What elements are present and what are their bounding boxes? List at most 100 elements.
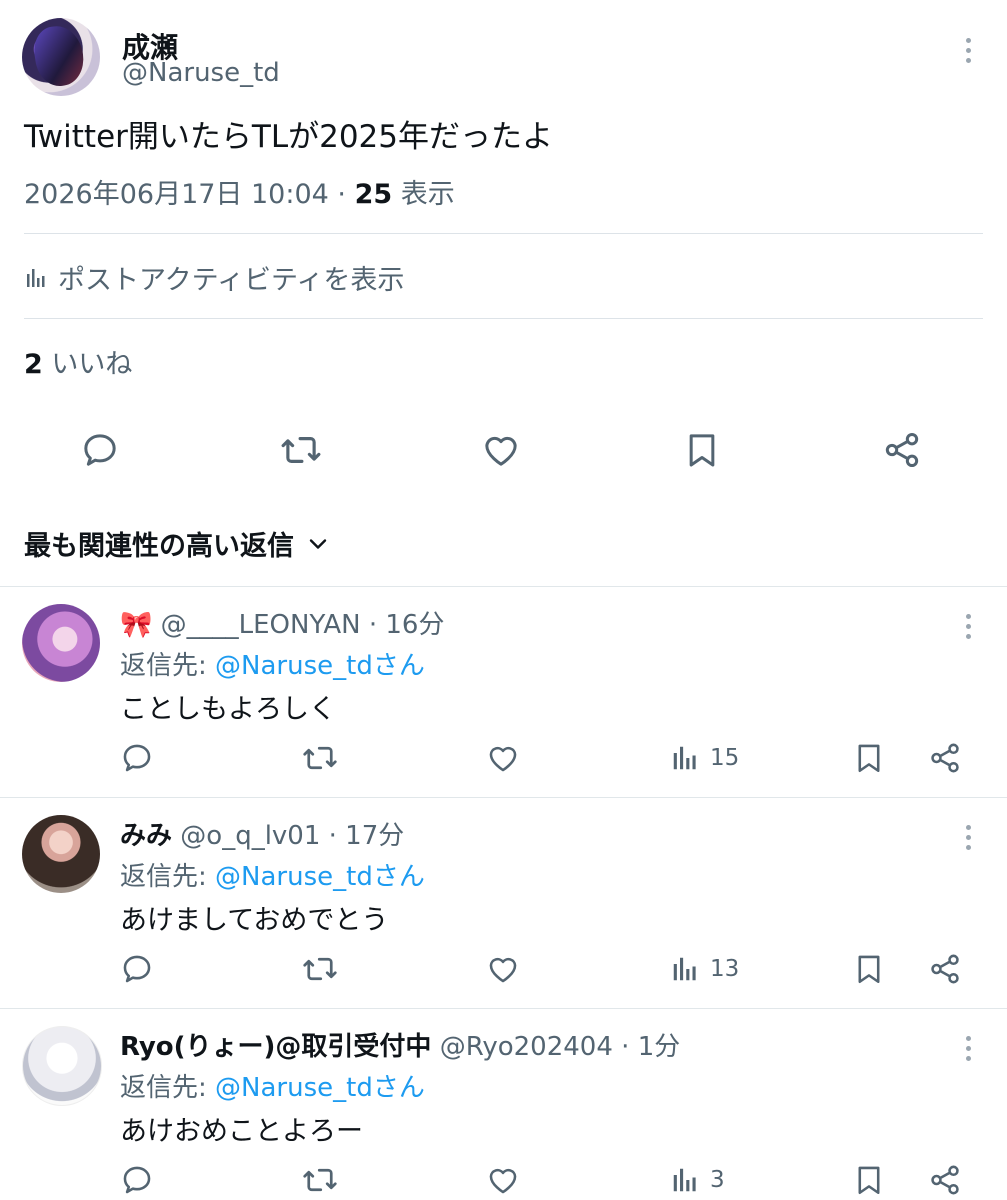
like-heart-icon (485, 436, 517, 466)
repost-icon (281, 437, 321, 463)
like-heart-icon (489, 1168, 517, 1194)
author-avatar[interactable] (22, 18, 100, 96)
views-button[interactable]: 13 (670, 949, 739, 989)
reply-text: あけましておめでとう (120, 905, 389, 936)
repost-button[interactable] (276, 422, 326, 478)
bookmark-icon (689, 434, 715, 467)
bookmark-icon (858, 1166, 880, 1195)
reply-time[interactable]: · 16分 (361, 610, 445, 640)
views-bar-chart-icon (673, 746, 696, 770)
bookmark-button[interactable] (677, 422, 727, 478)
reply-icon (84, 434, 116, 466)
reply-action-bar: 3 (0, 1160, 1007, 1200)
like-button[interactable] (476, 422, 526, 478)
reply-text: あけおめことよろー (120, 1116, 363, 1147)
share-icon (931, 954, 959, 984)
views-bar-chart-icon (27, 268, 45, 287)
views-button[interactable]: 3 (670, 1160, 725, 1200)
post-timestamp[interactable]: 2026年06月17日 10:04 · (24, 179, 355, 210)
reply-icon (123, 744, 151, 772)
reply-to-handle[interactable]: @Naruse_tdさん (215, 1073, 425, 1103)
divider (24, 233, 983, 234)
reply-handle[interactable]: @Ryo202404 (440, 1032, 613, 1062)
views-count: 13 (710, 956, 740, 982)
bookmark-icon (858, 955, 880, 984)
reply-icon (123, 955, 151, 983)
reply-handle[interactable]: @o_q_lv01 (180, 821, 320, 851)
reply-action-bar: 15 (0, 738, 1007, 778)
post-activity-link[interactable]: ポストアクティビティを表示 (24, 258, 404, 297)
repost-icon (303, 746, 337, 770)
more-options-icon[interactable] (964, 614, 972, 644)
reply-to-prefix: 返信先: (120, 1073, 216, 1103)
like-heart-icon (489, 746, 517, 772)
like-button[interactable] (486, 1160, 520, 1200)
share-icon (931, 1165, 959, 1195)
reply-header: Ryo(りょー)@取引受付中 @Ryo202404 · 1分 (120, 1026, 680, 1063)
reply-time[interactable]: · 1分 (613, 1032, 680, 1062)
share-button[interactable] (928, 949, 962, 989)
reply-avatar[interactable] (22, 815, 100, 893)
bookmark-button[interactable] (852, 738, 886, 778)
reply-emoji: 🎀 (120, 610, 153, 640)
repost-icon (303, 957, 337, 981)
reply-sort-selector[interactable]: 最も関連性の高い返信 (24, 524, 330, 563)
reply-button[interactable] (120, 949, 154, 989)
reply-to-handle[interactable]: @Naruse_tdさん (215, 651, 425, 681)
reply-handle[interactable]: @____LEONYAN (161, 610, 361, 640)
reply-action-bar: 13 (0, 949, 1007, 989)
reply-to-line: 返信先: @Naruse_tdさん (120, 645, 425, 682)
share-button[interactable] (877, 422, 927, 478)
post-action-bar (0, 422, 1007, 478)
reply-text: ことしもよろしく (120, 694, 336, 725)
share-button[interactable] (928, 1160, 962, 1200)
like-button[interactable] (486, 738, 520, 778)
reply-item[interactable]: Ryo(りょー)@取引受付中 @Ryo202404 · 1分 返信先: @Nar… (0, 1008, 1007, 1200)
author-handle[interactable]: @Naruse_td (122, 58, 280, 88)
reply-to-prefix: 返信先: (120, 651, 216, 681)
reply-to-line: 返信先: @Naruse_tdさん (120, 856, 425, 893)
bookmark-button[interactable] (852, 1160, 886, 1200)
reply-display-name[interactable]: Ryo(りょー)@取引受付中 (120, 1032, 431, 1062)
likes-count: 2 (24, 349, 43, 380)
reply-avatar[interactable] (22, 1026, 102, 1106)
post-meta: 2026年06月17日 10:04 · 25 表示 (24, 172, 455, 211)
repost-button[interactable] (302, 949, 338, 989)
repost-button[interactable] (302, 1160, 338, 1200)
likes-label: いいね (42, 349, 133, 380)
post-activity-label: ポストアクティビティを表示 (58, 265, 405, 296)
views-count: 15 (710, 745, 740, 771)
chevron-down-icon (309, 538, 327, 549)
reply-item[interactable]: みみ @o_q_lv01 · 17分 返信先: @Naruse_tdさん あけま… (0, 797, 1007, 1007)
more-options-icon[interactable] (964, 825, 972, 855)
reply-display-name[interactable]: みみ (120, 821, 172, 851)
more-options-icon[interactable] (964, 1036, 972, 1066)
likes-summary[interactable]: 2 いいね (24, 342, 132, 381)
views-bar-chart-icon (673, 1168, 696, 1192)
reply-button[interactable] (120, 1160, 154, 1200)
share-icon (885, 433, 919, 467)
repost-button[interactable] (302, 738, 338, 778)
reply-avatar[interactable] (22, 604, 100, 682)
reply-button[interactable] (75, 422, 125, 478)
reply-item[interactable]: 🎀 @____LEONYAN · 16分 返信先: @Naruse_tdさん こ… (0, 586, 1007, 796)
post-text: Twitter開いたらTLが2025年だったよ (24, 119, 553, 155)
repost-icon (303, 1168, 337, 1192)
reply-sort-label: 最も関連性の高い返信 (24, 531, 294, 562)
reply-to-handle[interactable]: @Naruse_tdさん (215, 862, 425, 892)
views-label: 表示 (392, 179, 455, 210)
like-heart-icon (489, 957, 517, 983)
reply-header: みみ @o_q_lv01 · 17分 (120, 815, 404, 852)
views-count: 25 (354, 179, 393, 210)
more-options-icon[interactable] (964, 38, 972, 68)
reply-to-line: 返信先: @Naruse_tdさん (120, 1067, 425, 1104)
views-button[interactable]: 15 (670, 738, 739, 778)
reply-button[interactable] (120, 738, 154, 778)
reply-header: 🎀 @____LEONYAN · 16分 (120, 604, 444, 641)
share-button[interactable] (928, 738, 962, 778)
bookmark-icon (858, 744, 880, 773)
bookmark-button[interactable] (852, 949, 886, 989)
like-button[interactable] (486, 949, 520, 989)
share-icon (931, 743, 959, 773)
reply-time[interactable]: · 17分 (320, 821, 405, 851)
